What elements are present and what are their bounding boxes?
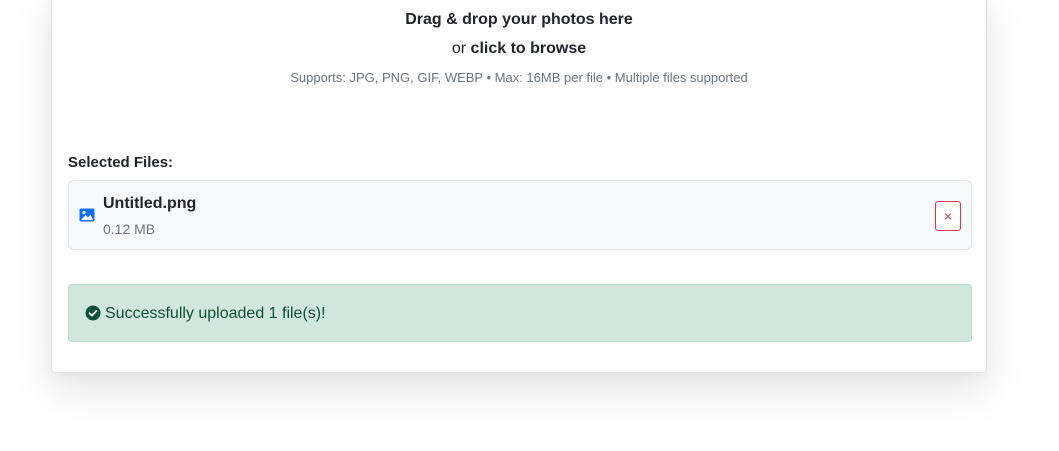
file-size: 0.12 MB: [103, 221, 156, 237]
file-item: Untitled.png 0.12 MB ×: [68, 180, 972, 250]
alert-text: Successfully uploaded 1 file(s)!: [105, 305, 326, 322]
dropzone-title: Drag & drop your photos here: [405, 11, 633, 28]
browse-link[interactable]: click to browse: [471, 40, 587, 57]
remove-file-button[interactable]: ×: [935, 201, 961, 231]
dropzone-subtitle: or click to browse: [52, 39, 986, 59]
selected-files-label: Selected Files:: [68, 154, 174, 171]
success-alert: Successfully uploaded 1 file(s)!: [68, 284, 972, 342]
upload-card: Drag & drop your photos here or click to…: [51, 0, 987, 373]
dropzone-hint: Supports: JPG, PNG, GIF, WEBP • Max: 16M…: [290, 70, 748, 85]
file-name: Untitled.png: [103, 195, 197, 212]
dropzone-or-text: or: [451, 40, 467, 57]
check-circle-icon: [85, 305, 101, 321]
dropzone[interactable]: Drag & drop your photos here or click to…: [52, 0, 986, 121]
image-icon: [79, 207, 95, 223]
